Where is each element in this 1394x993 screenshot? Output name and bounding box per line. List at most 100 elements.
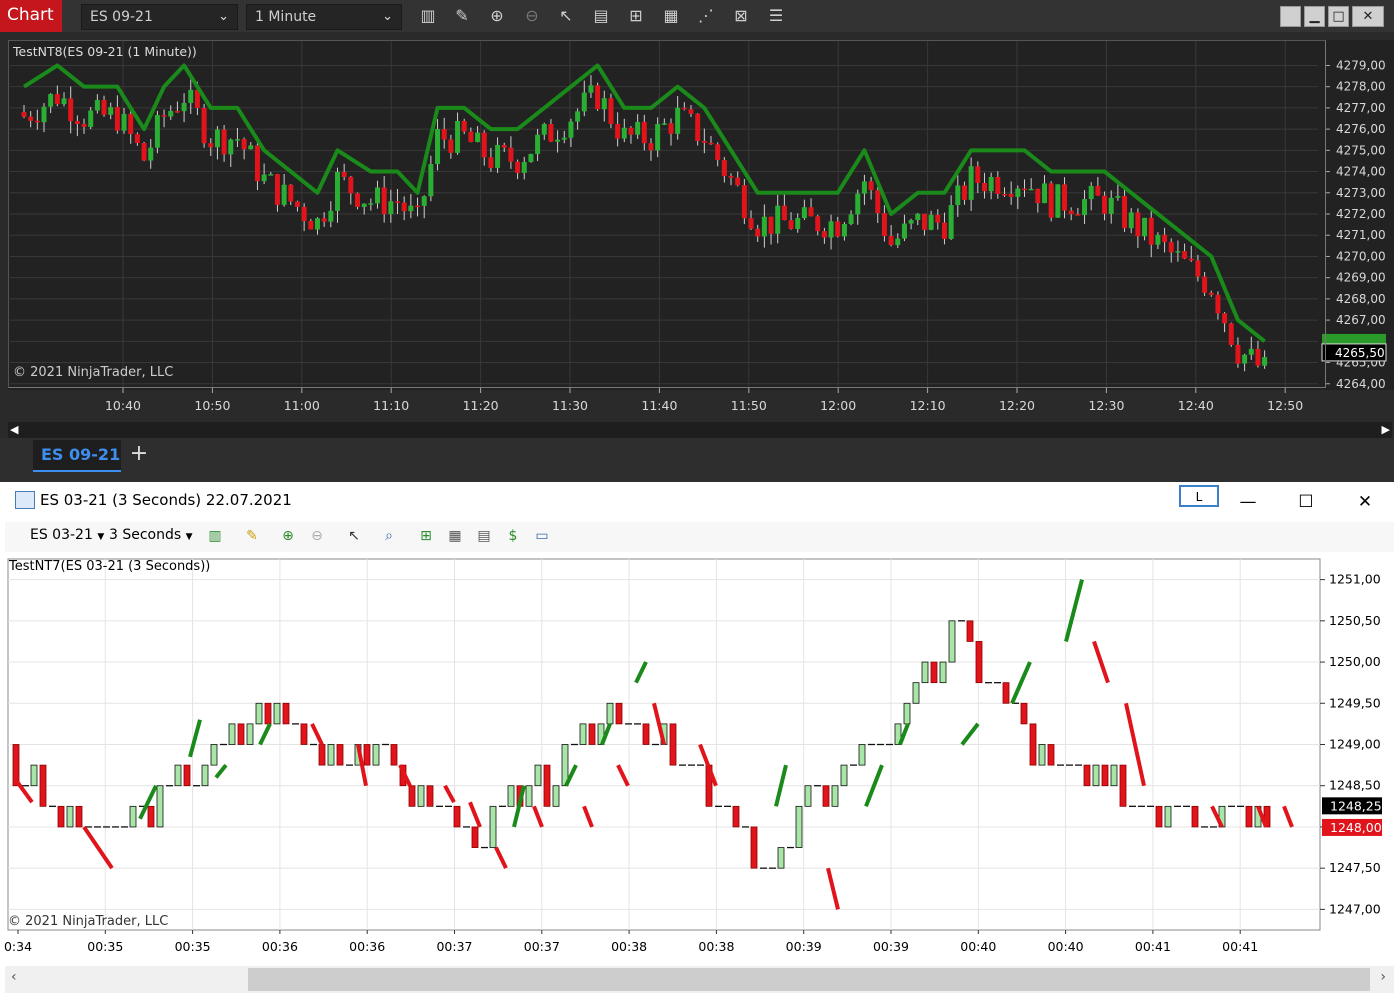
price-label: 1247,50 [1329, 860, 1381, 875]
scrollbar-thumb[interactable] [248, 968, 1370, 991]
tab-es-09-21[interactable]: ES 09-21 [33, 440, 121, 472]
instrument-selector[interactable]: ES 09-21 ⌄ [81, 4, 238, 30]
down-bar [300, 723, 308, 745]
properties-icon[interactable]: ⊞ [624, 5, 648, 27]
down-bar [264, 702, 272, 725]
layout-button[interactable]: L [1179, 485, 1219, 507]
close-icon[interactable]: ✕ [1350, 490, 1380, 514]
down-bar [237, 723, 245, 745]
current-price-label: 4265,50 [1335, 346, 1385, 360]
sell-stroke [468, 801, 482, 828]
down-bar [669, 723, 677, 766]
up-bar [606, 702, 614, 725]
time-label: 12:20 [999, 398, 1035, 413]
strategies-icon[interactable]: ⋰ [694, 5, 718, 27]
time-label: 10:50 [194, 398, 230, 413]
zoom-in-icon[interactable]: ⊕ [278, 526, 298, 546]
price-label: 4276,00 [1336, 122, 1386, 136]
nt7-price-chart[interactable]: 1251,00 1250,50 1250,00 1249,50 1249,00 1248,… [0, 553, 1394, 966]
strategy-icon[interactable]: $ [503, 526, 523, 546]
down-bar [1083, 764, 1091, 787]
down-bar [408, 785, 416, 807]
add-tab-button[interactable]: + [126, 440, 152, 470]
up-bar [777, 847, 785, 869]
down-bar [390, 744, 398, 766]
chevron-down-icon: ⌄ [382, 9, 393, 24]
properties-icon[interactable]: ▭ [532, 526, 552, 546]
price-label: 4268,00 [1336, 292, 1386, 306]
sell-stroke [12, 776, 34, 804]
bar-type-icon[interactable]: ▥ [205, 526, 225, 546]
close-icon[interactable]: ✕ [1352, 6, 1384, 27]
time-label: 12:10 [910, 398, 946, 413]
scroll-right-icon[interactable]: ▶ [1382, 422, 1390, 438]
pointer-icon[interactable]: ↖ [344, 526, 364, 546]
buy-stroke [214, 763, 228, 779]
down-bar [453, 805, 461, 828]
order-icon[interactable]: ⊞ [416, 526, 436, 546]
up-bar [201, 764, 209, 787]
sell-stroke [616, 764, 630, 787]
nt7-window-title: ES 03-21 (3 Seconds) 22.07.2021 [40, 491, 292, 509]
dropdown-arrow-icon: ▼ [97, 532, 105, 542]
zoom-out-icon[interactable]: ⊖ [520, 5, 544, 27]
nt8-panel-border [8, 40, 1326, 388]
down-bar [336, 744, 344, 766]
scroll-left-icon[interactable]: ‹ [11, 969, 17, 985]
pencil-icon[interactable]: ✎ [242, 526, 262, 546]
up-bar [939, 661, 947, 684]
down-bar [1119, 764, 1127, 807]
up-bar [1038, 744, 1046, 766]
nt7-chart-label: TestNT7(ES 03-21 (3 Seconds)) [9, 559, 211, 574]
indicator-icon[interactable]: ▦ [445, 526, 465, 546]
buy-stroke [258, 723, 272, 746]
nt8-chart-label: TestNT8(ES 09-21 (1 Minute)) [13, 44, 197, 59]
maximize-icon[interactable]: □ [1328, 6, 1349, 27]
up-bar [129, 805, 137, 828]
chart-icon[interactable]: ▤ [474, 526, 494, 546]
up-bar [525, 785, 533, 807]
window-restore-icon[interactable] [1280, 6, 1301, 27]
down-bar [966, 620, 974, 642]
minimize-icon[interactable]: ▁ [1304, 6, 1325, 27]
indicators-icon[interactable]: ▦ [659, 5, 683, 27]
minimize-icon[interactable]: — [1233, 490, 1263, 514]
up-bar [30, 764, 38, 787]
last-price-label: 1248,25 [1330, 798, 1382, 813]
time-label: 11:30 [552, 398, 588, 413]
buy-stroke [1064, 579, 1084, 642]
scroll-left-icon[interactable]: ◀ [10, 422, 18, 438]
nt7-instrument-selector[interactable]: ES 03-21 ▼ [30, 527, 104, 543]
chart-trader-icon[interactable]: ⊠ [729, 5, 753, 27]
price-label: 4279,00 [1336, 58, 1386, 72]
magnifier-icon[interactable]: ⌕ [379, 526, 399, 546]
price-label: 1247,00 [1329, 901, 1381, 916]
up-bar [921, 661, 929, 684]
maximize-icon[interactable]: ☐ [1291, 490, 1321, 514]
nt8-horizontal-scrollbar[interactable]: ◀ ▶ [8, 422, 1392, 438]
pencil-icon[interactable]: ✎ [450, 5, 474, 27]
down-bar [1029, 723, 1037, 766]
zoom-out-icon[interactable]: ⊖ [307, 526, 327, 546]
data-box-icon[interactable]: ▤ [589, 5, 613, 27]
pointer-icon[interactable]: ↖ [554, 5, 578, 27]
price-label: 1249,00 [1329, 737, 1381, 752]
time-label: 00:39 [786, 939, 822, 954]
up-bar [210, 744, 218, 766]
price-label: 4270,00 [1336, 249, 1386, 263]
zoom-in-icon[interactable]: ⊕ [485, 5, 509, 27]
up-bar [552, 785, 560, 807]
interval-selector[interactable]: 1 Minute ⌄ [246, 4, 402, 30]
bars-icon[interactable]: ▥ [416, 5, 440, 27]
nt7-interval-selector[interactable]: 3 Seconds ▼ [109, 527, 193, 543]
down-bar [318, 744, 326, 766]
time-label: 00:40 [1048, 939, 1084, 954]
window-title: Chart [0, 0, 62, 32]
up-bar [795, 805, 803, 848]
scroll-right-icon[interactable]: › [1380, 969, 1386, 985]
up-bar [507, 785, 515, 807]
price-label: 4274,00 [1336, 165, 1386, 179]
list-icon[interactable]: ☰ [764, 5, 788, 27]
sell-stroke [82, 825, 114, 870]
down-bar [363, 744, 371, 766]
